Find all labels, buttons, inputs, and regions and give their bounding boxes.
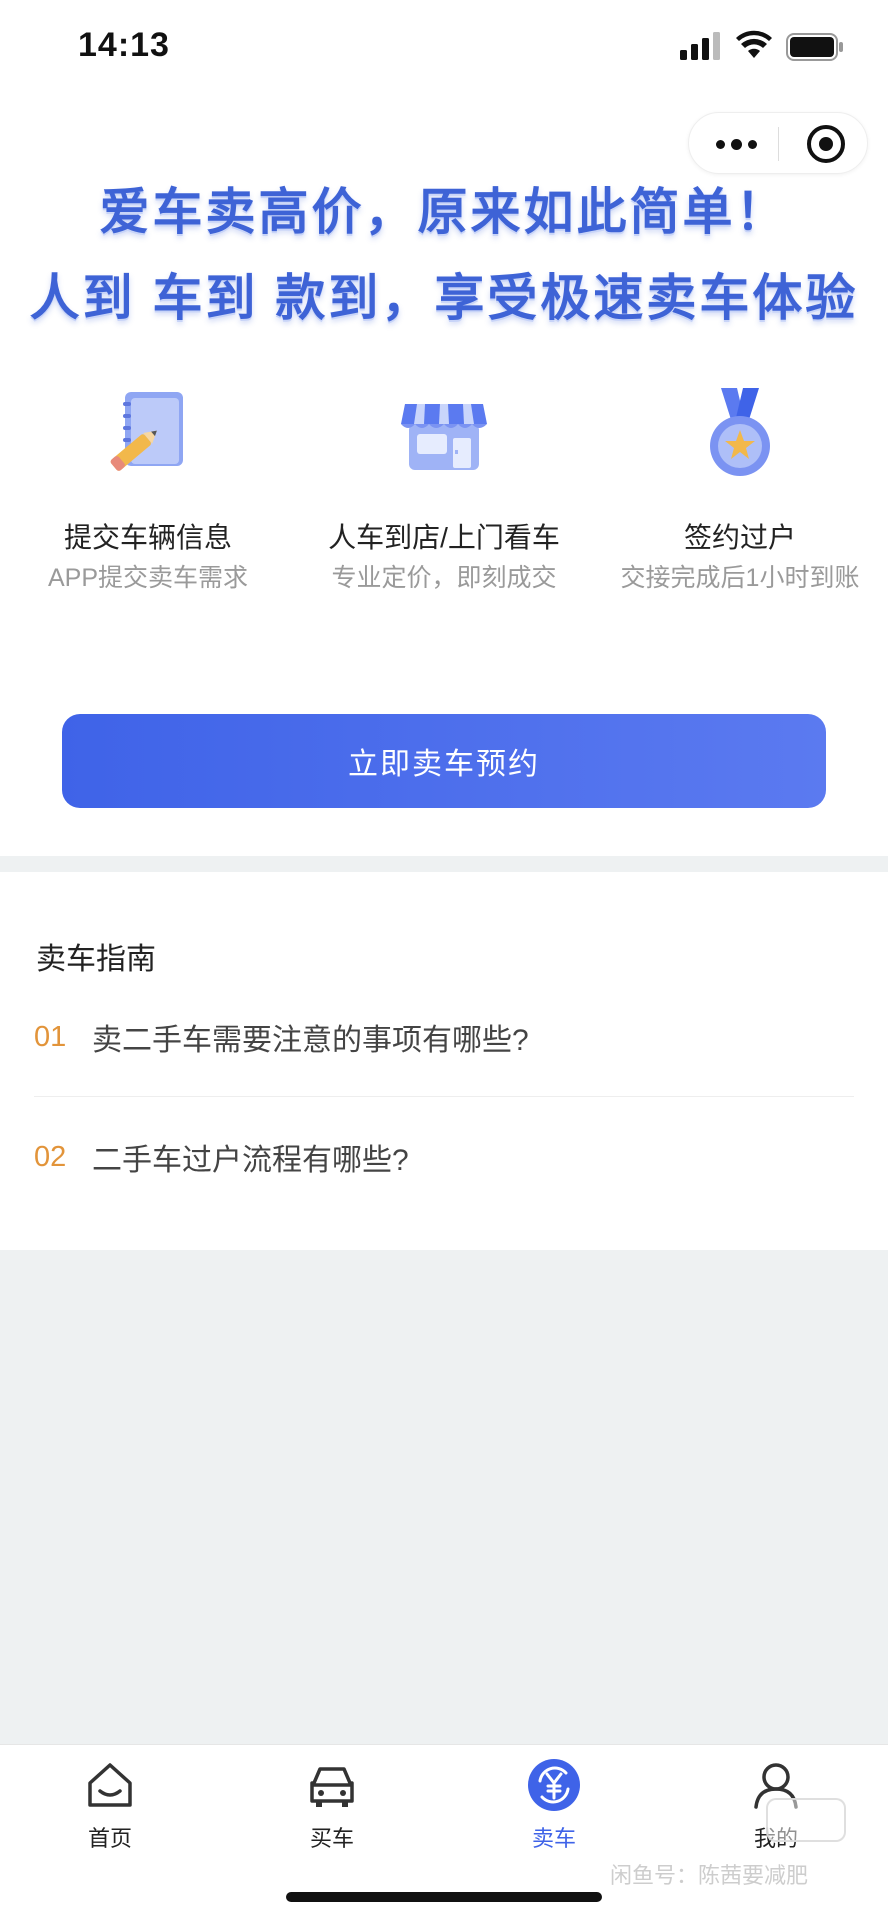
- guide-item-number: 01: [34, 1020, 67, 1053]
- home-icon: [88, 1763, 132, 1807]
- capsule-divider: [778, 127, 779, 161]
- step-subtitle: 专业定价，即刻成交: [331, 564, 557, 592]
- sell-yuan-icon: [528, 1759, 580, 1811]
- empty-content-area: [0, 1250, 888, 1744]
- step-subtitle: APP提交卖车需求: [47, 564, 249, 592]
- tab-buy-car[interactable]: 买车: [272, 1757, 392, 1853]
- battery-icon: [786, 33, 843, 61]
- guide-title: 卖车指南: [36, 943, 156, 976]
- status-bar: 14:13: [0, 0, 888, 100]
- headline-line1: 爱车卖高价，原来如此简单！: [99, 184, 789, 240]
- step-subtitle: 交接完成后1小时到账: [620, 564, 860, 592]
- tab-sell-car[interactable]: 卖车: [494, 1757, 614, 1853]
- wifi-icon: [736, 30, 772, 58]
- miniprogram-capsule: [688, 112, 868, 174]
- headline-line2: 人到 车到 款到，享受极速卖车体验: [29, 270, 859, 326]
- step-title: 人车到店/上门看车: [328, 522, 560, 553]
- car-icon: [310, 1767, 354, 1807]
- home-indicator[interactable]: [286, 1892, 602, 1902]
- tab-label: 首页: [87, 1826, 132, 1851]
- sell-car-appointment-button[interactable]: 立即卖车预约: [62, 714, 826, 808]
- section-separator: [0, 856, 888, 872]
- guide-item-1[interactable]: 01 卖二手车需要注意的事项有哪些?: [34, 1002, 854, 1072]
- signal-icon: [680, 32, 720, 60]
- step-title: 签约过户: [683, 522, 796, 553]
- step-store-visit: 人车到店/上门看车 专业定价，即刻成交: [296, 380, 592, 592]
- status-time: 14:13: [78, 26, 170, 64]
- guide-item-number: 02: [34, 1140, 67, 1173]
- watermark-text: 闲鱼号：陈茜要减肥: [610, 1863, 809, 1888]
- tab-label: 买车: [309, 1826, 354, 1851]
- tab-home[interactable]: 首页: [50, 1757, 170, 1853]
- notebook-pencil-icon: [110, 392, 183, 471]
- close-target-icon[interactable]: [807, 125, 845, 163]
- guide-item-text: 卖二手车需要注意的事项有哪些?: [92, 1024, 529, 1057]
- more-icon[interactable]: [713, 131, 759, 157]
- tab-label: 卖车: [531, 1826, 576, 1851]
- guide-item-2[interactable]: 02 二手车过户流程有哪些?: [34, 1122, 854, 1192]
- guide-item-text: 二手车过户流程有哪些?: [92, 1144, 409, 1177]
- store-icon: [401, 404, 487, 470]
- step-title: 提交车辆信息: [63, 522, 232, 553]
- watermark-badge: [766, 1798, 846, 1842]
- step-submit-info: 提交车辆信息 APP提交卖车需求: [0, 380, 296, 592]
- step-sign-transfer: 签约过户 交接完成后1小时到账: [592, 380, 888, 592]
- list-divider: [34, 1096, 854, 1097]
- medal-icon: [710, 388, 770, 476]
